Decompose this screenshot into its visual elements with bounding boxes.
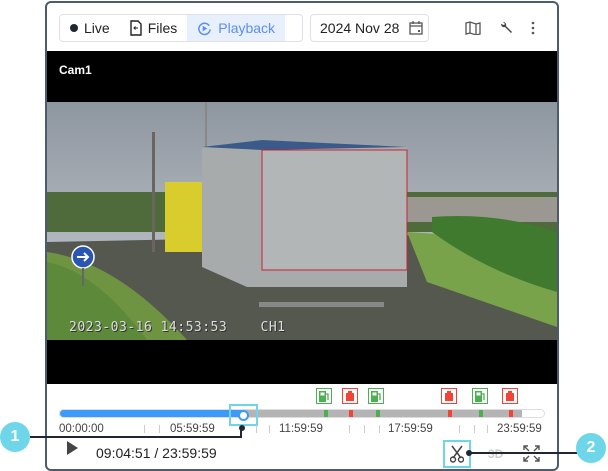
callout-2: 2 — [576, 433, 606, 463]
callout-1: 1 — [0, 422, 30, 452]
callout-lines — [30, 425, 580, 456]
